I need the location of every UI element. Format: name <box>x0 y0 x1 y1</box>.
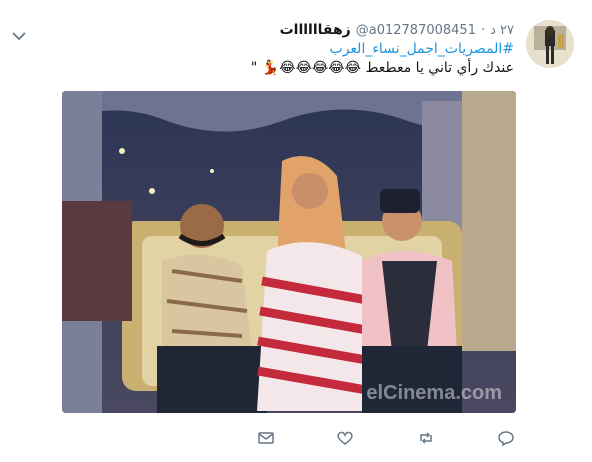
tweet-body: عندك رأي تاني يا معطعط 😂😂😂😂😂💃 " <box>250 60 514 76</box>
timestamp[interactable]: ٢٧ د <box>490 23 514 38</box>
hashtag-link[interactable]: #المصريات_اجمل_نساء_العرب <box>44 40 514 59</box>
display-name[interactable]: زهقاااااات <box>280 22 351 38</box>
reply-icon[interactable] <box>496 428 516 448</box>
tweet-text: #المصريات_اجمل_نساء_العرب عندك رأي تاني … <box>44 40 514 78</box>
heart-icon[interactable] <box>335 428 355 448</box>
mail-icon[interactable] <box>256 428 276 448</box>
chevron-down-icon[interactable] <box>12 26 26 41</box>
scene-illustration <box>62 91 516 413</box>
avatar[interactable] <box>526 20 574 68</box>
tweet-header: زهقاااااات @a012787008451 · ٢٧ د <box>280 20 514 40</box>
separator-dot: · <box>480 22 486 38</box>
media-image[interactable]: elCinema.com <box>62 91 516 413</box>
tweet-actions <box>0 428 592 450</box>
tweet[interactable]: زهقاااااات @a012787008451 · ٢٧ د #المصري… <box>0 0 592 462</box>
media-watermark: elCinema.com <box>366 382 502 404</box>
handle[interactable]: @a012787008451 <box>356 23 476 38</box>
retweet-icon[interactable] <box>416 428 436 448</box>
